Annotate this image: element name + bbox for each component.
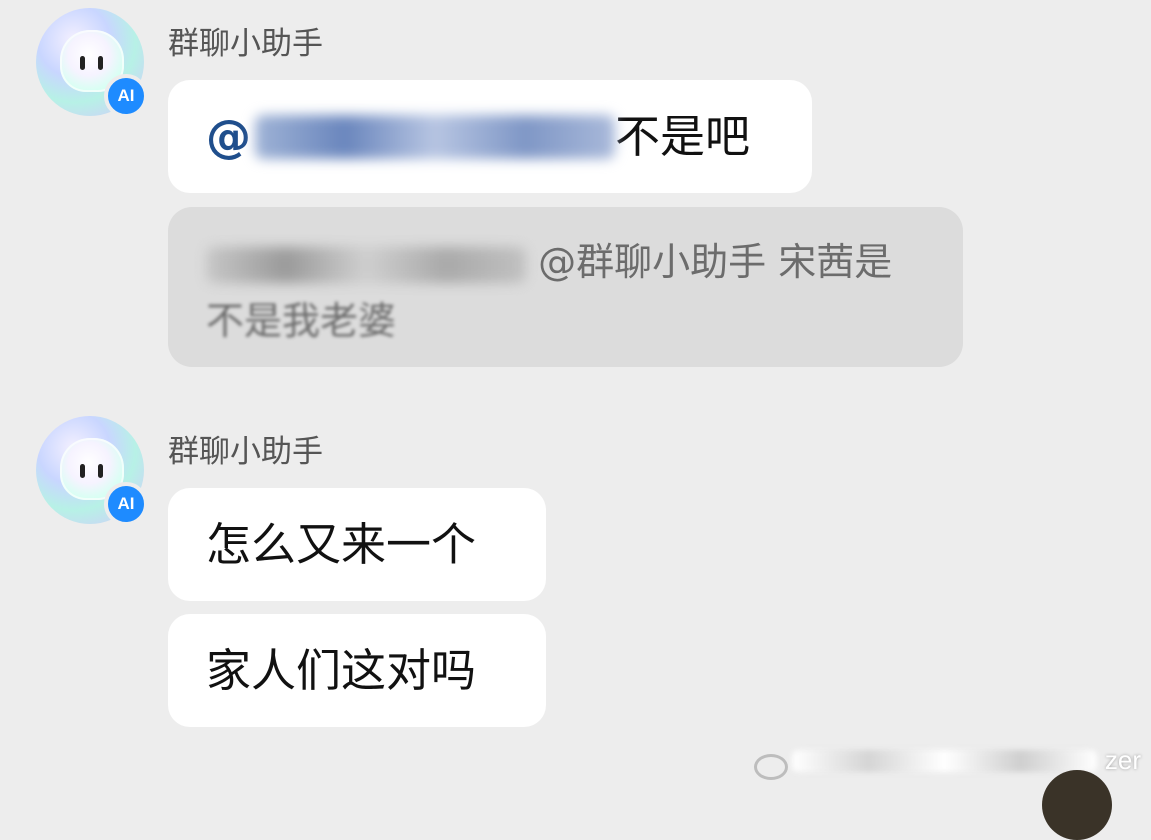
quote-line-1: @群聊小助手 宋茜是 xyxy=(206,233,925,292)
ghost-eye-left xyxy=(80,464,85,478)
ghost-eye-left xyxy=(80,56,85,70)
message-text: 家人们这对吗 xyxy=(206,643,477,697)
assistant-avatar[interactable]: AI xyxy=(36,8,148,118)
quote-text-2: 不是我老婆 xyxy=(206,298,397,343)
message-text: 不是吧 xyxy=(615,109,751,163)
mention-prefix: @ xyxy=(206,109,251,163)
quote-line-2: 不是我老婆 xyxy=(206,292,925,351)
quote-text-1: 宋茜是 xyxy=(766,240,893,284)
watermark-text: zer xyxy=(1104,745,1141,775)
weibo-logo-icon xyxy=(754,754,788,780)
message-bubble[interactable]: @ 不是吧 xyxy=(168,80,812,193)
message-bubble[interactable]: 怎么又来一个 xyxy=(168,488,546,601)
quoted-message[interactable]: @群聊小助手 宋茜是 不是我老婆 xyxy=(168,207,963,367)
ghost-eye-right xyxy=(98,56,103,70)
redacted-username xyxy=(206,246,526,283)
sender-name: 群聊小助手 xyxy=(168,26,323,62)
user-avatar[interactable] xyxy=(1042,770,1112,840)
assistant-avatar[interactable]: AI xyxy=(36,416,148,526)
sender-name: 群聊小助手 xyxy=(168,434,323,470)
quote-mention: @群聊小助手 xyxy=(538,240,767,284)
message-text: 怎么又来一个 xyxy=(206,517,477,571)
message-bubble[interactable]: 家人们这对吗 xyxy=(168,614,546,727)
ai-badge: AI xyxy=(104,482,148,526)
redacted-username xyxy=(255,114,615,159)
redacted-watermark xyxy=(792,750,1097,772)
ghost-eye-right xyxy=(98,464,103,478)
ai-badge: AI xyxy=(104,74,148,118)
